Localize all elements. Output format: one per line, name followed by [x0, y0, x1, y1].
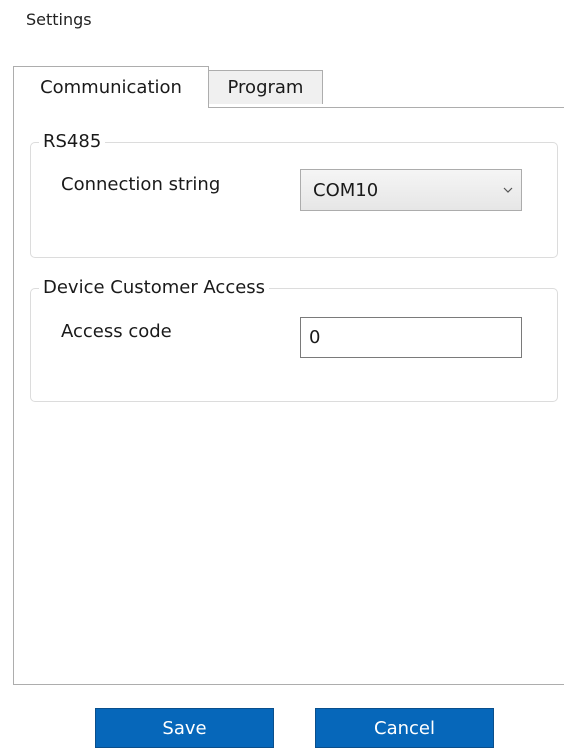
tab-program[interactable]: Program — [209, 70, 323, 104]
access-code-label: Access code — [61, 321, 172, 342]
connection-string-value: COM10 — [313, 179, 379, 201]
chevron-down-icon[interactable] — [495, 187, 521, 193]
access-code-input[interactable] — [300, 317, 522, 358]
connection-string-dropdown[interactable]: COM10 — [300, 169, 522, 211]
tab-communication[interactable]: Communication — [13, 66, 209, 108]
cancel-button[interactable]: Cancel — [315, 708, 494, 748]
device-customer-access-group-label: Device Customer Access — [39, 277, 270, 299]
save-button[interactable]: Save — [95, 708, 274, 748]
rs485-groupbox: RS485 Connection string COM10 — [30, 131, 558, 258]
connection-string-label: Connection string — [61, 174, 221, 195]
window-title: Settings — [26, 10, 92, 29]
device-customer-access-groupbox: Device Customer Access Access code — [30, 277, 558, 402]
rs485-group-label: RS485 — [39, 131, 106, 153]
